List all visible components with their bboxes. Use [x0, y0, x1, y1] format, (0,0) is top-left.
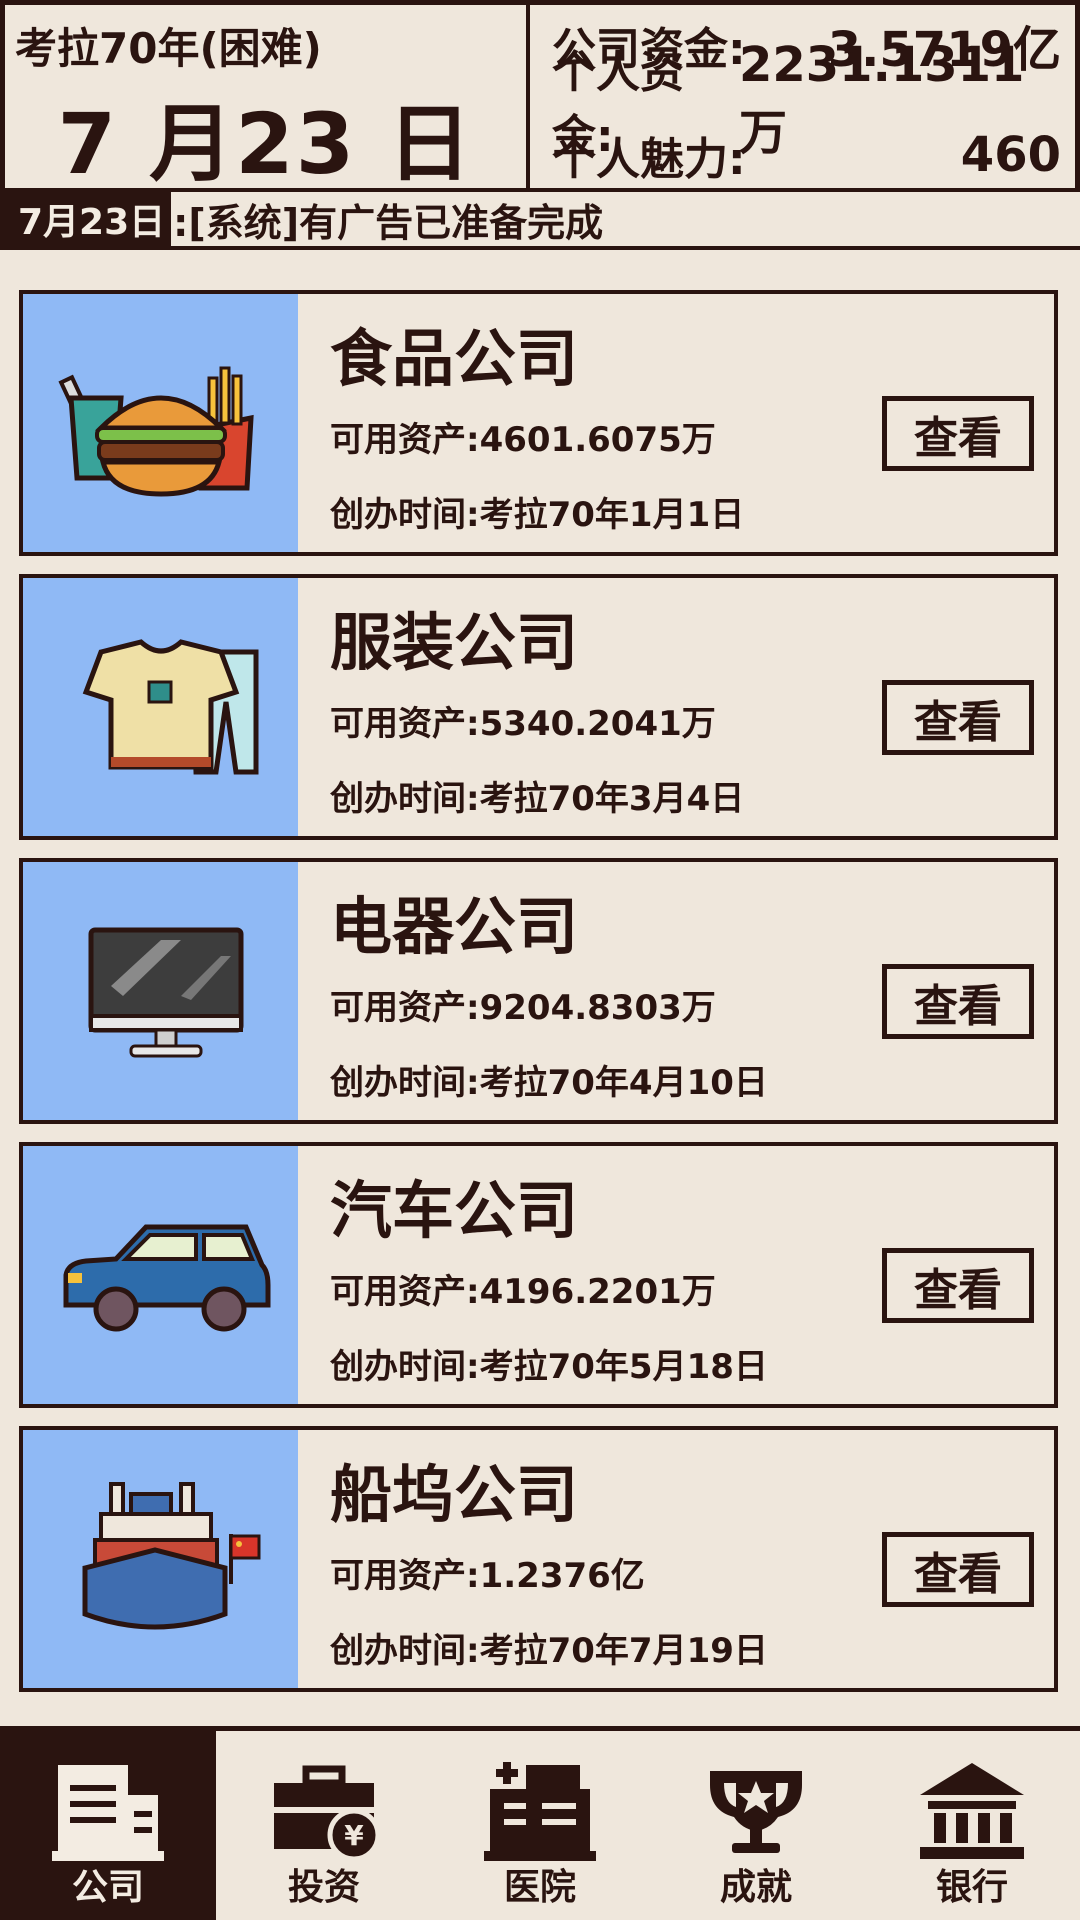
view-button[interactable]: 查看	[882, 680, 1034, 755]
nav-tab-company[interactable]: 公司	[0, 1731, 216, 1920]
car-icon	[23, 1146, 298, 1404]
company-name: 汽车公司	[330, 1174, 579, 1247]
company-name: 船坞公司	[330, 1458, 579, 1531]
charisma-value: 460	[960, 127, 1061, 183]
nav-label: 成就	[719, 1867, 792, 1908]
message-text: :[系统]有广告已准备完成	[173, 200, 604, 245]
view-button[interactable]: 查看	[882, 964, 1034, 1039]
nav-label: 银行	[935, 1867, 1008, 1908]
bottom-navigation: 公司 ¥ 投资 医院 成就 银行	[0, 1726, 1080, 1920]
company-founded-date: 创办时间:考拉70年7月19日	[330, 1631, 768, 1671]
nav-label: 医院	[503, 1867, 576, 1908]
view-button[interactable]: 查看	[882, 396, 1034, 471]
message-date: 7月23日	[0, 192, 172, 246]
bank-icon	[920, 1763, 1024, 1859]
company-card-food: 食品公司 可用资产:4601.6075万 创办时间:考拉70年1月1日 查看	[19, 290, 1058, 556]
company-assets: 可用资产:4601.6075万	[330, 420, 716, 460]
personal-funds-row: 个人资金: 2231.1311万	[552, 37, 1061, 162]
trophy-icon	[710, 1771, 802, 1853]
funds-panel: 公司资金: 3.5719亿 个人资金: 2231.1311万 个人魅力: 460	[530, 5, 1080, 188]
company-card-clothing: 服装公司 可用资产:5340.2041万 创办时间:考拉70年3月4日 查看	[19, 574, 1058, 840]
status-header: 考拉70年(困难) 7 月23 日 公司资金: 3.5719亿 个人资金: 22…	[0, 0, 1080, 193]
company-card-automobile: 汽车公司 可用资产:4196.2201万 创办时间:考拉70年5月18日 查看	[19, 1142, 1058, 1408]
current-date: 7 月23 日	[57, 95, 474, 193]
company-founded-date: 创办时间:考拉70年5月18日	[330, 1347, 768, 1387]
view-button[interactable]: 查看	[882, 1248, 1034, 1323]
date-panel: 考拉70年(困难) 7 月23 日	[0, 5, 530, 193]
monitor-icon	[23, 862, 298, 1120]
year-difficulty-label: 考拉70年(困难)	[15, 24, 322, 73]
building-icon	[52, 1765, 164, 1861]
company-assets: 可用资产:1.2376亿	[330, 1556, 645, 1596]
nav-tab-bank[interactable]: 银行	[864, 1731, 1080, 1920]
food-icon	[23, 294, 298, 552]
nav-tab-investment[interactable]: ¥ 投资	[216, 1731, 432, 1920]
charisma-label: 个人魅力:	[552, 134, 746, 185]
company-founded-date: 创办时间:考拉70年1月1日	[330, 495, 745, 535]
company-assets: 可用资产:4196.2201万	[330, 1272, 716, 1312]
company-name: 食品公司	[330, 322, 579, 395]
nav-label: 公司	[71, 1867, 144, 1908]
ship-icon	[23, 1430, 298, 1688]
company-card-shipyard: 船坞公司 可用资产:1.2376亿 创办时间:考拉70年7月19日 查看	[19, 1426, 1058, 1692]
message-ticker[interactable]: 7月23日 :[系统]有广告已准备完成	[0, 192, 1080, 250]
company-founded-date: 创办时间:考拉70年3月4日	[330, 779, 745, 819]
briefcase-yen-icon: ¥	[274, 1765, 381, 1862]
nav-label: 投资	[287, 1867, 360, 1908]
nav-tab-achievements[interactable]: 成就	[648, 1731, 864, 1920]
view-button[interactable]: 查看	[882, 1532, 1034, 1607]
hospital-icon	[484, 1762, 596, 1861]
nav-tab-hospital[interactable]: 医院	[432, 1731, 648, 1920]
company-name: 服装公司	[330, 606, 579, 679]
clothing-icon	[23, 578, 298, 836]
svg-text:¥: ¥	[344, 1819, 364, 1852]
company-card-electronics: 电器公司 可用资产:9204.8303万 创办时间:考拉70年4月10日 查看	[19, 858, 1058, 1124]
company-assets: 可用资产:5340.2041万	[330, 704, 716, 744]
company-name: 电器公司	[330, 890, 579, 963]
charisma-row: 个人魅力: 460	[552, 127, 1061, 185]
company-assets: 可用资产:9204.8303万	[330, 988, 716, 1028]
company-founded-date: 创办时间:考拉70年4月10日	[330, 1063, 768, 1103]
